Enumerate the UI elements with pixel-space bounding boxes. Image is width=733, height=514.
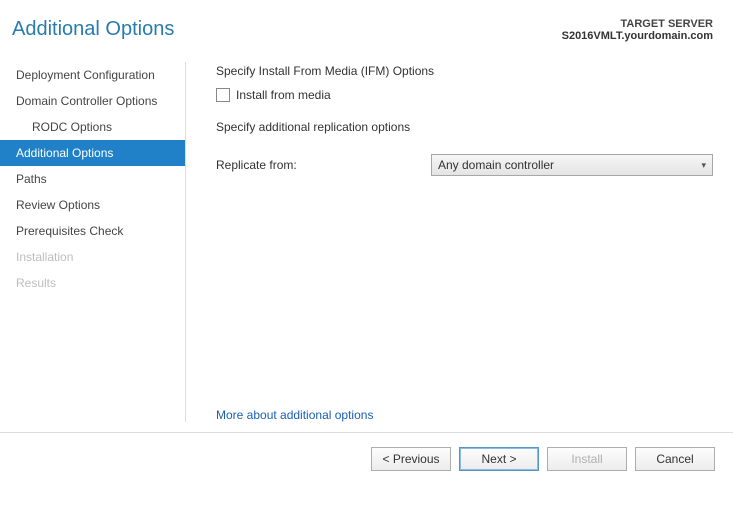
chevron-down-icon: ▾ [701,160,706,171]
sidebar-item-additional-options[interactable]: Additional Options [0,140,185,166]
sidebar-item-results: Results [0,270,185,296]
install-from-media-checkbox[interactable] [216,88,230,102]
next-button[interactable]: Next > [459,447,539,471]
sidebar-item-domain-controller-options[interactable]: Domain Controller Options [0,88,185,114]
install-button: Install [547,447,627,471]
target-server-label: TARGET SERVER [562,18,713,30]
replication-heading: Specify additional replication options [216,120,713,134]
install-from-media-row[interactable]: Install from media [216,88,713,102]
target-server-name: S2016VMLT.yourdomain.com [562,30,713,42]
more-about-link[interactable]: More about additional options [216,408,713,422]
wizard-sidebar: Deployment Configuration Domain Controll… [0,52,185,432]
sidebar-item-installation: Installation [0,244,185,270]
page-title: Additional Options [10,18,174,41]
cancel-button[interactable]: Cancel [635,447,715,471]
main-panel: Specify Install From Media (IFM) Options… [186,52,733,432]
sidebar-item-deployment-configuration[interactable]: Deployment Configuration [0,62,185,88]
replicate-from-value: Any domain controller [438,158,554,172]
previous-button[interactable]: < Previous [371,447,451,471]
replicate-from-dropdown[interactable]: Any domain controller ▾ [431,154,713,176]
sidebar-item-rodc-options[interactable]: RODC Options [0,114,185,140]
wizard-footer: < Previous Next > Install Cancel [0,432,733,485]
sidebar-item-prerequisites-check[interactable]: Prerequisites Check [0,218,185,244]
install-from-media-label: Install from media [236,88,331,102]
sidebar-item-paths[interactable]: Paths [0,166,185,192]
sidebar-item-review-options[interactable]: Review Options [0,192,185,218]
replicate-from-label: Replicate from: [216,158,411,172]
ifm-heading: Specify Install From Media (IFM) Options [216,64,713,78]
target-server-block: TARGET SERVER S2016VMLT.yourdomain.com [562,18,713,42]
